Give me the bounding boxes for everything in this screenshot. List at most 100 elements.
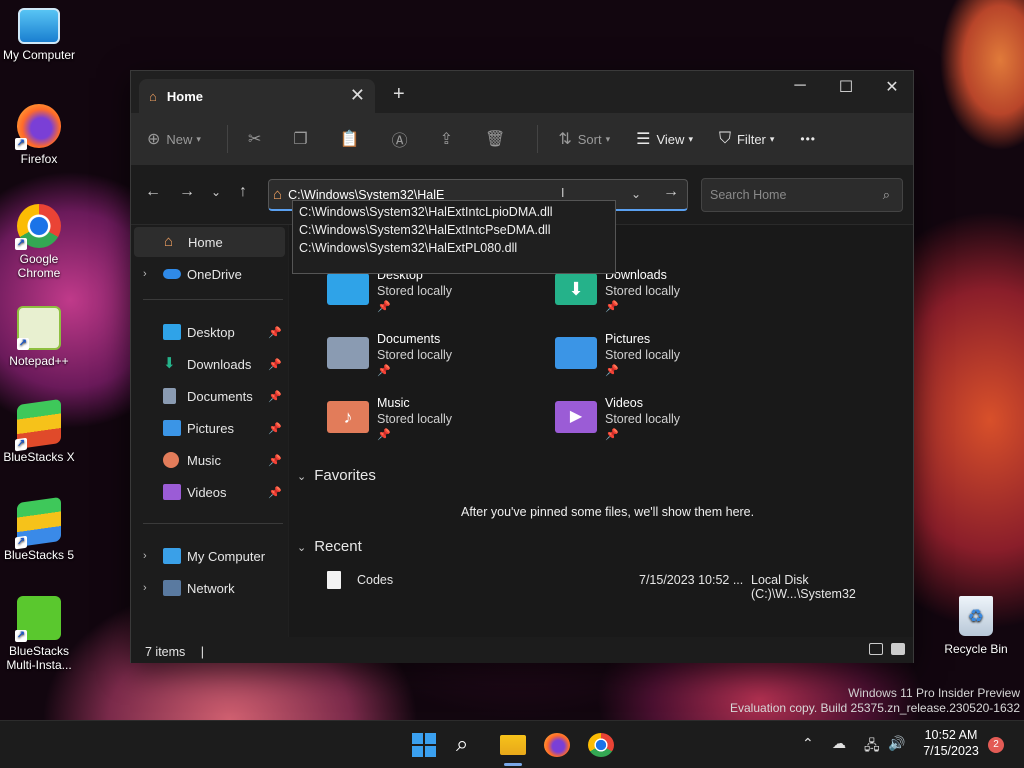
sidebar-item-documents[interactable]: Documents 📌 [131, 381, 286, 411]
view-button[interactable]: ☰ View ▾ [636, 129, 693, 149]
rename-button[interactable]: Ⓐ [392, 127, 414, 151]
forward-button[interactable]: → [179, 183, 195, 201]
quick-access-documents[interactable]: Documents Stored locally 📌 [327, 331, 547, 387]
recent-section-header[interactable]: ⌄ Recent [297, 538, 362, 555]
share-button[interactable]: ⇪ [440, 129, 459, 149]
sidebar-divider [143, 523, 283, 524]
more-options-button[interactable]: ••• [800, 132, 816, 146]
quick-access-music[interactable]: ♪ Music Stored locally 📌 [327, 395, 547, 451]
sidebar-item-my-computer[interactable]: › My Computer [131, 541, 286, 571]
desktop-folder-icon [163, 324, 181, 340]
sidebar-item-desktop[interactable]: Desktop 📌 [131, 317, 286, 347]
desktop-icon-label: BlueStacks 5 [3, 548, 75, 562]
sidebar-divider [143, 299, 283, 300]
search-icon[interactable]: ⌕ [456, 731, 482, 756]
new-tab-button[interactable]: + [393, 83, 405, 106]
up-button[interactable]: ↑ [239, 183, 247, 201]
file-explorer-icon[interactable] [500, 735, 526, 755]
chevron-right-icon[interactable]: › [143, 582, 147, 594]
sidebar-item-onedrive[interactable]: › OneDrive [131, 259, 286, 289]
sidebar-item-downloads[interactable]: ⬇ Downloads 📌 [131, 349, 286, 379]
tab-close-button[interactable]: ✕ [350, 85, 365, 106]
filter-icon: ⛉ [718, 130, 731, 147]
item-status: Stored locally [605, 348, 681, 362]
section-title: Recent [314, 538, 362, 555]
downloads-folder-icon: ⬇ [555, 273, 597, 305]
desktop-icon-recycle-bin[interactable]: ♻ Recycle Bin [944, 596, 1008, 656]
sidebar-item-music[interactable]: Music 📌 [131, 445, 286, 475]
tiles-view-button[interactable] [891, 643, 905, 655]
address-suggestion[interactable]: C:\Windows\System32\HalExtPL080.dll [299, 239, 615, 257]
sidebar-item-videos[interactable]: Videos 📌 [131, 477, 286, 507]
quick-access-desktop[interactable]: Desktop Stored locally 📌 [327, 267, 547, 323]
delete-button[interactable]: 🗑 [485, 129, 511, 149]
text-cursor-icon: I [561, 186, 565, 200]
chevron-down-icon: ▾ [769, 133, 775, 144]
chrome-icon[interactable] [588, 733, 614, 757]
search-box[interactable]: Search Home ⌕ [701, 178, 903, 212]
filter-button[interactable]: ⛉ Filter ▾ [719, 130, 774, 148]
chevron-right-icon[interactable]: › [143, 268, 147, 280]
favorites-section-header[interactable]: ⌄ Favorites [297, 467, 376, 484]
details-view-button[interactable] [869, 643, 883, 655]
chevron-right-icon[interactable]: › [143, 550, 147, 562]
recent-locations-button[interactable]: ⌄ [211, 185, 221, 199]
paste-button[interactable]: 📋 [340, 129, 366, 149]
close-button[interactable]: ✕ [869, 77, 915, 97]
desktop-icon-my-computer[interactable]: My Computer [2, 8, 76, 62]
search-input[interactable]: Search Home [710, 188, 786, 202]
back-button[interactable]: ← [145, 183, 161, 201]
new-button[interactable]: ⊕ New ▾ [147, 129, 201, 149]
onedrive-offline-icon[interactable]: ☁ [832, 735, 846, 752]
item-name: Videos [605, 396, 643, 410]
quick-access-pictures[interactable]: Pictures Stored locally 📌 [555, 331, 775, 387]
bluestacks-multi-icon: ↗ [15, 596, 61, 642]
download-icon: ⬇ [163, 355, 176, 372]
sort-label: Sort [577, 131, 602, 147]
chevron-down-icon: ▾ [605, 133, 611, 144]
desktop-icon-label: Notepad++ [9, 354, 69, 368]
pin-icon: 📌 [268, 390, 282, 403]
sidebar-item-pictures[interactable]: Pictures 📌 [131, 413, 286, 443]
sidebar-item-label: OneDrive [187, 266, 242, 282]
sort-button[interactable]: ⇅ Sort ▾ [558, 129, 610, 149]
clock[interactable]: 10:52 AM 7/15/2023 [916, 727, 986, 759]
item-status: Stored locally [377, 284, 453, 298]
desktop-icon-bluestacks-5[interactable]: ↗ BlueStacks 5 [2, 496, 76, 562]
notification-badge[interactable]: 2 [988, 737, 1004, 753]
bluestacks-icon: ↗ [15, 496, 61, 550]
firefox-icon[interactable] [544, 733, 570, 757]
pin-icon: 📌 [605, 301, 619, 313]
desktop-icon-notepadpp[interactable]: ↗ Notepad++ [2, 306, 76, 368]
network-icon[interactable]: 🖧 [864, 735, 880, 759]
cut-button[interactable]: ✂ [248, 129, 267, 149]
scissors-icon: ✂ [247, 131, 262, 148]
desktop-icon-label: BlueStacks X [3, 450, 75, 464]
copy-button[interactable]: ❐ [293, 129, 313, 149]
desktop-icon-bluestacks-x[interactable]: ↗ BlueStacks X [2, 398, 76, 464]
start-button[interactable] [412, 733, 438, 757]
recent-file-row[interactable]: Codes 7/15/2023 10:52 ... Local Disk (C:… [325, 571, 909, 601]
desktop-icon-firefox[interactable]: ↗ Firefox [2, 104, 76, 166]
desktop-icon-bluestacks-multi[interactable]: ↗ BlueStacks Multi-Insta... [2, 596, 76, 672]
address-history-dropdown[interactable]: ⌄ [621, 179, 651, 211]
sidebar-item-network[interactable]: › Network [131, 573, 286, 603]
go-button[interactable]: → [663, 183, 679, 201]
bluestacks-icon: ↗ [15, 398, 61, 452]
address-suggestions-dropdown: C:\Windows\System32\HalExtIntcLpioDMA.dl… [292, 200, 616, 274]
notepadpp-icon: ↗ [17, 306, 61, 350]
minimize-button[interactable]: ─ [777, 77, 823, 95]
volume-icon[interactable]: 🔊 [888, 735, 905, 752]
rename-icon: Ⓐ [391, 133, 408, 150]
sidebar-item-home[interactable]: ⌂ Home [134, 227, 285, 257]
command-bar: ⊕ New ▾ ✂ ❐ 📋 Ⓐ ⇪ 🗑 ⇅ Sort ▾ ☰ View ▾ ⛉ Filter ▾… [131, 113, 913, 165]
clipboard-icon: 📋 [339, 131, 360, 148]
desktop-icon-chrome[interactable]: ↗ Google Chrome [2, 204, 76, 280]
quick-access-downloads[interactable]: ⬇ Downloads Stored locally 📌 [555, 267, 775, 323]
address-suggestion[interactable]: C:\Windows\System32\HalExtIntcLpioDMA.dl… [299, 203, 615, 221]
address-suggestion[interactable]: C:\Windows\System32\HalExtIntcPseDMA.dll [299, 221, 615, 239]
chevron-up-icon[interactable]: ⌃ [802, 735, 814, 752]
maximize-button[interactable]: ☐ [823, 77, 869, 97]
tab-home[interactable]: ⌂ Home ✕ [139, 79, 375, 113]
quick-access-videos[interactable]: ▶ Videos Stored locally 📌 [555, 395, 775, 451]
